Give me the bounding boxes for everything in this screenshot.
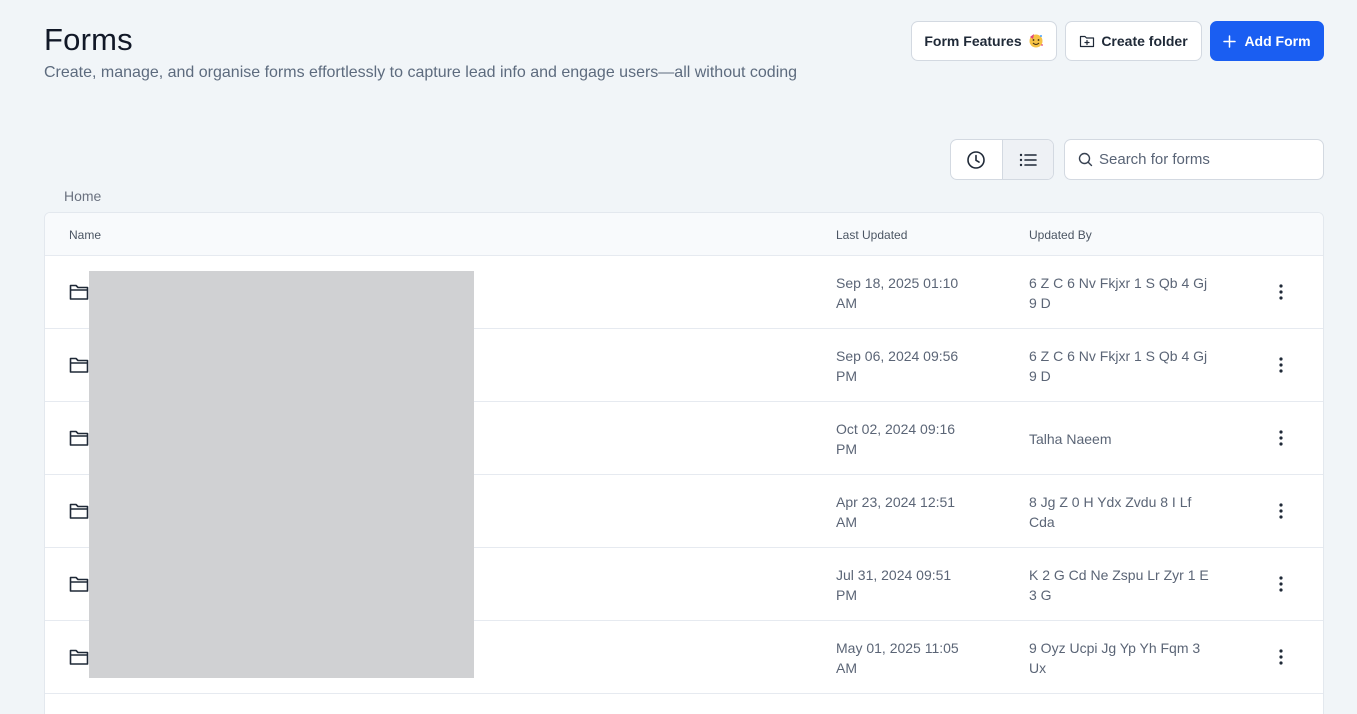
more-vertical-icon	[1279, 284, 1283, 300]
party-emoji-icon	[1029, 34, 1043, 48]
add-form-button[interactable]: Add Form	[1210, 21, 1324, 61]
folder-plus-icon	[1080, 35, 1095, 48]
row-actions-button[interactable]	[1271, 647, 1291, 667]
row-actions-button[interactable]	[1271, 501, 1291, 521]
more-vertical-icon	[1279, 503, 1283, 519]
folder-icon	[69, 576, 89, 592]
form-features-button[interactable]: Form Features	[911, 21, 1057, 61]
row-last-updated: Apr 23, 2024 12:51 AM	[836, 494, 956, 530]
column-header-updated-by[interactable]: Updated By	[1029, 228, 1092, 242]
add-form-label: Add Form	[1244, 33, 1311, 49]
table-header: Name Last Updated Updated By	[45, 213, 1323, 256]
search-icon	[1078, 152, 1093, 167]
folder-icon	[69, 357, 89, 373]
breadcrumb[interactable]: Home	[64, 188, 101, 204]
plus-icon	[1223, 34, 1237, 48]
column-header-last-updated[interactable]: Last Updated	[836, 228, 907, 242]
recent-view-button[interactable]	[951, 140, 1002, 179]
more-vertical-icon	[1279, 430, 1283, 446]
more-vertical-icon	[1279, 576, 1283, 592]
list-view-button[interactable]	[1001, 140, 1053, 179]
row-last-updated: Sep 18, 2025 01:10 AM	[836, 275, 959, 311]
search-box	[1064, 139, 1324, 180]
row-last-updated: May 01, 2025 11:05 AM	[836, 640, 959, 676]
page-subtitle: Create, manage, and organise forms effor…	[44, 64, 798, 81]
column-header-name[interactable]: Name	[69, 228, 101, 242]
more-vertical-icon	[1279, 649, 1283, 665]
row-actions-button[interactable]	[1271, 574, 1291, 594]
clock-icon	[967, 150, 986, 169]
search-input[interactable]	[1099, 151, 1309, 168]
more-vertical-icon	[1279, 357, 1283, 373]
row-updated-by: Talha Naeem	[1029, 431, 1112, 447]
row-actions-button[interactable]	[1271, 282, 1291, 302]
row-last-updated: Oct 02, 2024 09:16 PM	[836, 421, 956, 457]
form-features-label: Form Features	[924, 33, 1022, 49]
row-updated-by: 6 Z C 6 Nv Fkjxr 1 S Qb 4 Gj 9 D	[1029, 275, 1208, 311]
row-actions-button[interactable]	[1271, 355, 1291, 375]
list-icon	[1019, 153, 1037, 166]
row-updated-by: 9 Oyz Ucpi Jg Yp Yh Fqm 3 Ux	[1029, 640, 1201, 676]
row-last-updated: Jul 31, 2024 09:51 PM	[836, 567, 952, 603]
folder-icon	[69, 430, 89, 446]
row-last-updated: Sep 06, 2024 09:56 PM	[836, 348, 959, 384]
create-folder-label: Create folder	[1101, 33, 1188, 49]
page-title: Forms	[44, 22, 133, 57]
redacted-names-block	[89, 271, 474, 678]
folder-icon	[69, 649, 89, 665]
view-toggle	[950, 139, 1054, 180]
create-folder-button[interactable]: Create folder	[1065, 21, 1202, 61]
row-updated-by: 6 Z C 6 Nv Fkjxr 1 S Qb 4 Gj 9 D	[1029, 348, 1208, 384]
row-updated-by: K 2 G Cd Ne Zspu Lr Zyr 1 E3 G	[1029, 567, 1209, 603]
folder-icon	[69, 503, 89, 519]
folder-icon	[69, 284, 89, 300]
row-actions-button[interactable]	[1271, 428, 1291, 448]
row-updated-by: 8 Jg Z 0 H Ydx Zvdu 8 I Lf Cda	[1029, 494, 1192, 530]
